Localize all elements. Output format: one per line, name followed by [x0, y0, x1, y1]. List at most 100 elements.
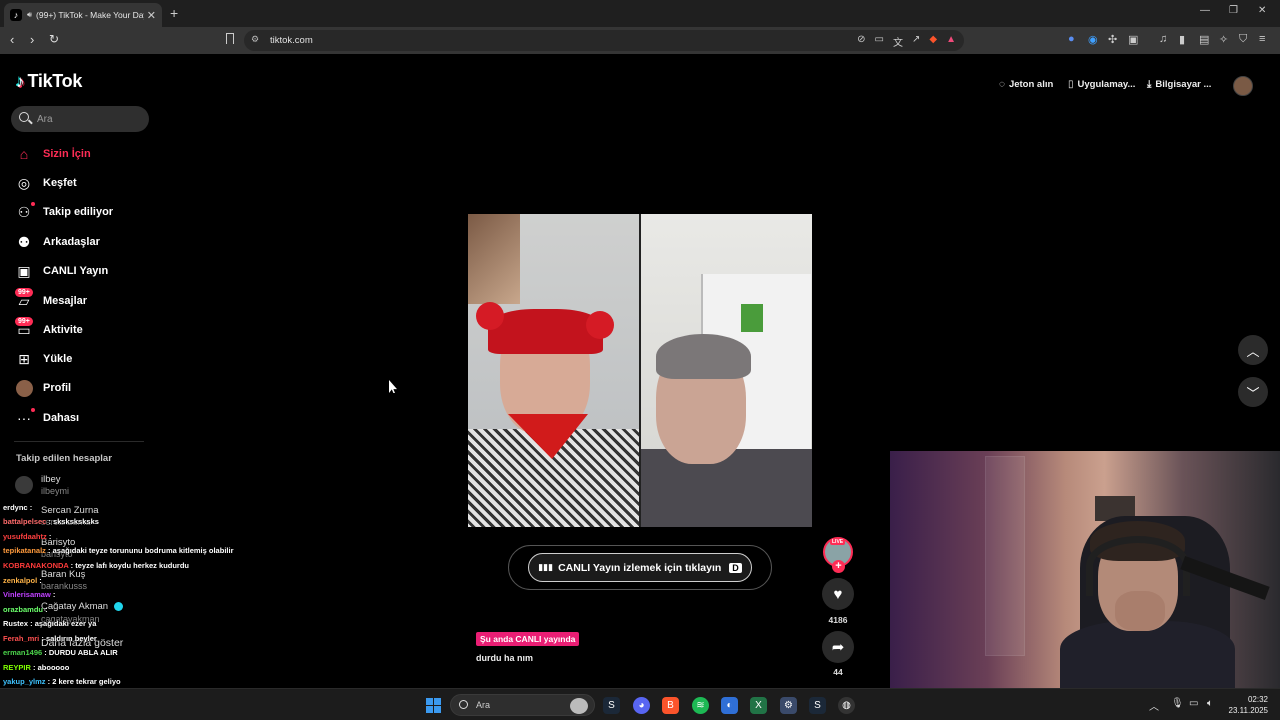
- chat-username: yakup_ylmz: [3, 677, 46, 686]
- menu-icon[interactable]: ≡: [1259, 33, 1265, 45]
- chat-username: REYPIR: [3, 663, 31, 672]
- url-text[interactable]: tiktok.com: [270, 35, 313, 46]
- windows-start-icon[interactable]: [426, 698, 441, 713]
- nav-messages[interactable]: ▱ 99+ Mesajlar: [14, 288, 87, 312]
- screenshot-icon[interactable]: ▣: [1128, 33, 1138, 46]
- no-tracking-icon[interactable]: ⊘: [857, 34, 865, 49]
- get-app-button[interactable]: ▯ Uygulamay...: [1068, 79, 1135, 90]
- desktop-app-button[interactable]: ⤓ Bilgisayar ...: [1147, 79, 1211, 90]
- vpn-extension-icon[interactable]: ●: [1068, 33, 1075, 45]
- browser-tab[interactable]: ♪ 🔊︎ (99+) TikTok - Make Your Day ✕: [4, 3, 162, 27]
- search-input[interactable]: [37, 111, 137, 127]
- user-avatar[interactable]: [1233, 76, 1253, 96]
- nav-more[interactable]: ··· Dahası: [14, 407, 79, 429]
- heart-icon: ♥: [833, 585, 843, 603]
- speaker-icon[interactable]: 🔊︎: [27, 10, 32, 20]
- obs-icon[interactable]: ◍: [838, 697, 855, 714]
- steam-alt-icon[interactable]: S: [809, 697, 826, 714]
- nav-explore[interactable]: ◎ Keşfet: [14, 172, 77, 194]
- taskbar-search[interactable]: Ara: [450, 694, 595, 716]
- vpn-shield-icon[interactable]: ⛉: [1239, 33, 1247, 46]
- settings-app-icon[interactable]: ⚙: [780, 697, 797, 714]
- nav-profile[interactable]: Profil: [14, 377, 71, 399]
- get-coins-button[interactable]: ◌ Jeton alın: [999, 79, 1053, 90]
- chat-username: Vinlerisamaw: [3, 590, 51, 599]
- system-clock[interactable]: 02:32 23.11.2025: [1229, 694, 1268, 716]
- chat-username: erdync: [3, 503, 28, 512]
- chat-text: : aşağıdaki ezer ya: [30, 619, 97, 628]
- shortcut-key: D: [729, 562, 742, 573]
- chat-username: zenkalpol: [3, 576, 38, 585]
- chat-message: zenkalpol :: [3, 576, 42, 585]
- maximize-icon[interactable]: ❐: [1229, 5, 1238, 16]
- site-info-icon[interactable]: ⚙: [251, 34, 259, 45]
- share-icon[interactable]: ↗: [912, 34, 920, 49]
- nav-friends[interactable]: ⚉ Arkadaşlar: [14, 231, 100, 253]
- nav-upload[interactable]: ⊞ Yükle: [14, 348, 72, 370]
- nav-following[interactable]: ⚇ Takip ediliyor: [14, 201, 113, 223]
- volume-icon[interactable]: 🔈︎: [1207, 698, 1213, 709]
- share-button[interactable]: ➦: [822, 631, 854, 663]
- discord-icon[interactable]: ◕: [633, 697, 650, 714]
- steam-icon[interactable]: S: [603, 697, 620, 714]
- video-left-pane: [468, 214, 639, 527]
- search-box[interactable]: [11, 106, 149, 132]
- watch-live-button[interactable]: ▮▮▮ CANLI Yayın izlemek için tıklayın D: [528, 553, 752, 582]
- message-icon: ▱ 99+: [14, 288, 34, 311]
- forward-icon[interactable]: ›: [30, 32, 34, 47]
- brave-rewards-icon[interactable]: ▲: [946, 34, 956, 49]
- minimize-icon[interactable]: —: [1200, 5, 1210, 16]
- sidebar-icon[interactable]: ▮: [1179, 33, 1185, 46]
- leo-ai-icon[interactable]: ✧: [1219, 33, 1228, 46]
- friends-icon: ⚉: [17, 233, 31, 250]
- following-name[interactable]: Çağatay Akman: [41, 601, 108, 612]
- wallet-icon[interactable]: ▤: [1199, 33, 1209, 46]
- new-tab-button[interactable]: +: [170, 5, 178, 21]
- window-close-icon[interactable]: ✕: [1258, 5, 1266, 16]
- brave-shield-icon[interactable]: ◆: [929, 34, 937, 49]
- chat-text: : DURDU ABLA ALIR: [44, 648, 118, 657]
- live-bars-icon: ▮▮▮: [538, 562, 554, 572]
- compass-icon: ◎: [17, 174, 31, 191]
- media-control-icon[interactable]: ♫: [1159, 33, 1167, 45]
- tab-title: (99+) TikTok - Make Your Day: [36, 10, 144, 20]
- previous-video-button[interactable]: ︿: [1238, 335, 1268, 365]
- nav-for-you[interactable]: ⌂ Sizin İçin: [14, 143, 91, 165]
- following-name[interactable]: Baran Kuş: [41, 569, 85, 580]
- extension-icon[interactable]: ◉: [1088, 33, 1098, 46]
- chat-username: Rustex: [3, 619, 29, 628]
- tiktok-logo[interactable]: ♪ TikTok: [16, 71, 82, 92]
- chat-username: orazbamdu: [3, 605, 44, 614]
- like-button[interactable]: ♥: [822, 578, 854, 610]
- video-player[interactable]: [468, 214, 812, 527]
- tiktok-favicon-icon: ♪: [10, 9, 22, 21]
- following-name[interactable]: Sercan Zurna: [41, 505, 99, 516]
- chat-message: erman1496 : DURDU ABLA ALIR: [3, 648, 118, 657]
- follow-plus-icon[interactable]: +: [832, 560, 845, 573]
- back-icon[interactable]: ‹: [10, 32, 14, 47]
- network-icon[interactable]: ▭: [1189, 698, 1198, 709]
- reload-icon[interactable]: ↻: [49, 32, 59, 46]
- translate-icon[interactable]: 文: [893, 34, 903, 49]
- close-tab-icon[interactable]: ✕: [147, 9, 156, 22]
- tray-chevron-icon[interactable]: ︿: [1149, 698, 1159, 713]
- extensions-puzzle-icon[interactable]: ✣: [1108, 33, 1117, 46]
- chat-text: :: [48, 532, 52, 541]
- excel-icon[interactable]: X: [750, 697, 767, 714]
- brave-icon[interactable]: B: [662, 697, 679, 714]
- bookmark-icon[interactable]: [226, 33, 234, 44]
- chat-text: :: [39, 576, 42, 585]
- following-name[interactable]: ilbey: [41, 474, 61, 485]
- chat-username: erman1496: [3, 648, 43, 657]
- cast-icon[interactable]: ▭: [875, 34, 884, 49]
- next-video-button[interactable]: ﹀: [1238, 377, 1268, 407]
- nav-live[interactable]: ▣ CANLI Yayın: [14, 260, 108, 282]
- address-bar[interactable]: ⚙ tiktok.com ⊘ ▭ 文 ↗ ◆ ▲: [244, 30, 964, 51]
- avatar[interactable]: [15, 476, 33, 494]
- nav-activity[interactable]: ▭ 99+ Aktivite: [14, 317, 83, 341]
- app-icon[interactable]: ◐: [721, 697, 738, 714]
- live-now-badge[interactable]: Şu anda CANLI yayında: [476, 632, 580, 646]
- spotify-icon[interactable]: ≋: [692, 697, 709, 714]
- chat-username: battalpelsec: [3, 517, 47, 526]
- microphone-icon[interactable]: 🎙︎: [1171, 698, 1184, 709]
